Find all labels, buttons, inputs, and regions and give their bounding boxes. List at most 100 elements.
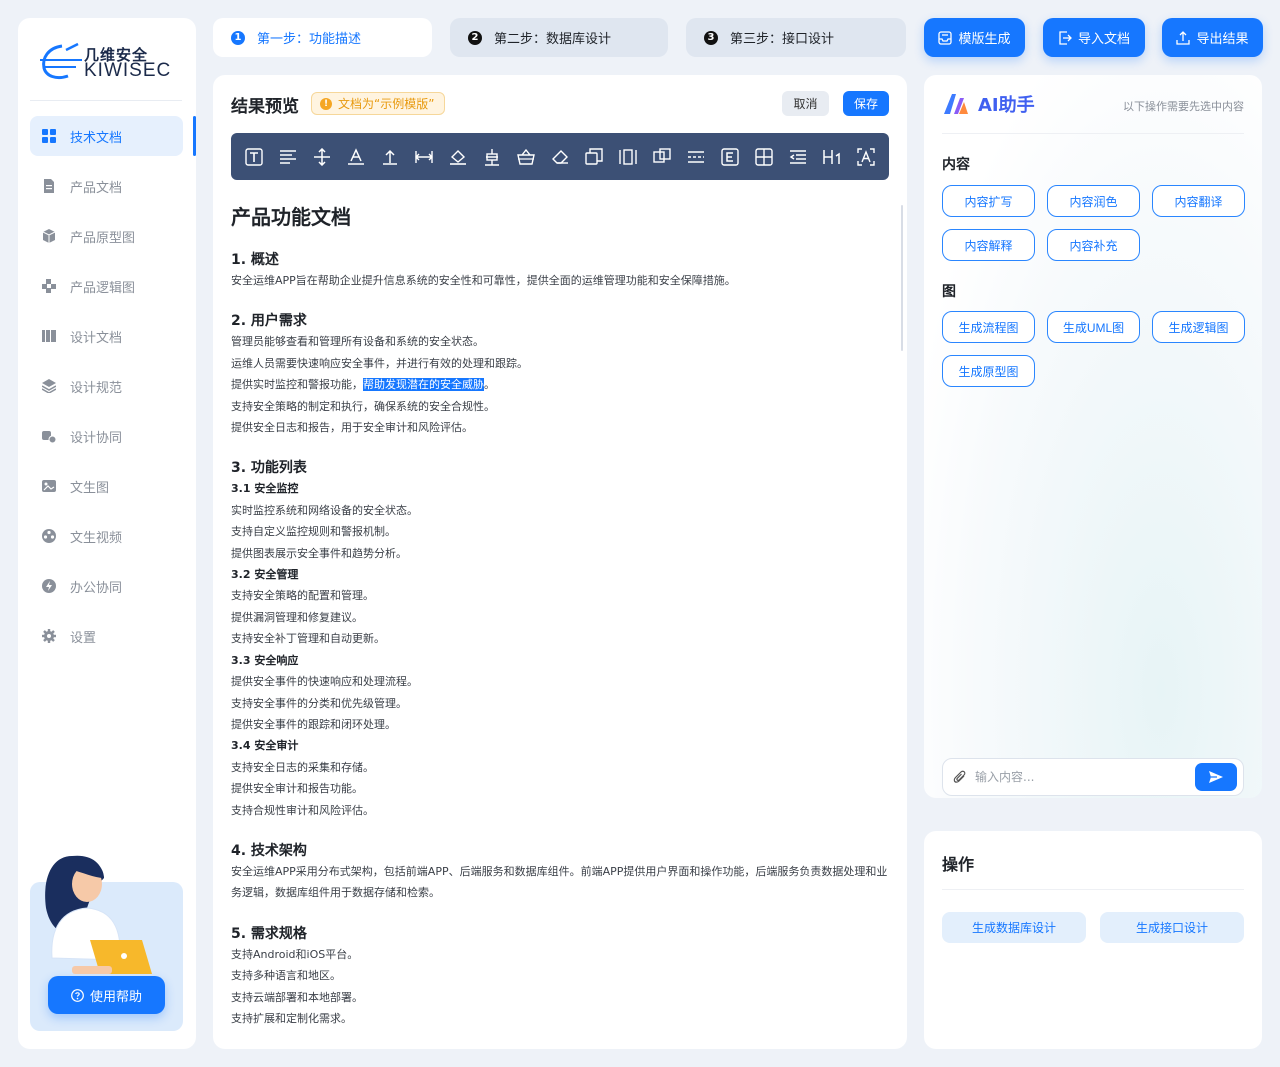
document-content[interactable]: 产品功能文档 1. 概述 安全运维APP旨在帮助企业提升信息系统的安全性和可靠性… — [231, 201, 891, 1049]
step-3-tab[interactable]: 3 第三步：接口设计 — [686, 18, 906, 57]
paperclip-icon[interactable] — [953, 770, 967, 784]
section-heading: 5. 需求规格 — [231, 925, 307, 942]
template-generate-button[interactable]: 模版生成 — [924, 18, 1025, 57]
import-icon — [1059, 30, 1072, 45]
question-icon — [71, 988, 84, 1002]
section-heading: 4. 技术架构 — [231, 842, 307, 859]
paragraph: 支持云端部署和本地部署。 — [231, 990, 363, 1004]
text-width-icon[interactable] — [414, 147, 434, 167]
operations-title: 操作 — [942, 855, 975, 874]
subsection-heading: 3.2 安全管理 — [231, 568, 299, 582]
paragraph: 安全运维APP旨在帮助企业提升信息系统的安全性和可靠性，提供全面的运维管理功能和… — [231, 274, 736, 287]
sidebar-item-tech-docs[interactable]: 技术文档 — [30, 116, 196, 156]
paragraph: 提供漏洞管理和修复建议。 — [231, 610, 363, 624]
sidebar-item-product-docs[interactable]: 产品文档 — [30, 166, 183, 206]
document-icon — [44, 179, 54, 193]
export-result-label: 导出结果 — [1196, 31, 1249, 46]
panel-title: 结果预览 — [231, 97, 299, 117]
paragraph: 安全运维APP采用分布式架构，包括前端APP、后端服务和数据库组件。前端APP提… — [231, 864, 888, 900]
content-polish-button[interactable]: 内容润色 — [1047, 185, 1140, 217]
paragraph: 支持多种语言和地区。 — [231, 969, 341, 983]
sidebar-item-label: 设计文档 — [70, 330, 123, 346]
section-overview: 1. 概述 安全运维APP旨在帮助企业提升信息系统的安全性和可靠性，提供全面的运… — [231, 250, 891, 291]
generate-uml-button[interactable]: 生成UML图 — [1047, 311, 1140, 343]
group-icon[interactable] — [652, 147, 672, 167]
ai-chat-input[interactable] — [975, 770, 1195, 784]
font-color-icon[interactable] — [346, 147, 366, 167]
diagram-group-label: 图 — [942, 284, 956, 300]
grid-icon — [42, 129, 56, 143]
paragraph: 提供安全日志和报告，用于安全审计和风险评估。 — [231, 421, 473, 435]
content-expand-button[interactable]: 内容扩写 — [942, 185, 1035, 217]
columns-icon[interactable] — [618, 147, 638, 167]
sidebar-item-text-to-image[interactable]: 文生图 — [30, 466, 183, 506]
paragraph: 运维人员需要快速响应安全事件，并进行有效的处理和跟踪。 — [231, 356, 528, 370]
result-preview-panel: 结果预览 ! 文档为“示例模版” 取消 保存 产品功能文档 1. 概述 安全运维… — [213, 75, 907, 1049]
export-result-button[interactable]: 导出结果 — [1162, 18, 1263, 57]
help-button[interactable]: 使用帮助 — [48, 976, 165, 1014]
generate-flowchart-button[interactable]: 生成流程图 — [942, 311, 1035, 343]
cancel-button[interactable]: 取消 — [782, 91, 829, 116]
generate-db-design-button[interactable]: 生成数据库设计 — [942, 912, 1086, 943]
step-2-tab[interactable]: 2 第二步：数据库设计 — [450, 18, 668, 57]
sidebar-item-office-collab[interactable]: 办公协同 — [30, 566, 183, 606]
generate-prototype-button[interactable]: 生成原型图 — [942, 355, 1035, 387]
kiwisec-logo-icon — [40, 42, 82, 80]
paragraph: 提供实时监控和警报功能，帮助发现潜在的安全威胁。 — [231, 374, 891, 395]
basket-icon[interactable] — [516, 147, 536, 167]
sidebar-item-settings[interactable]: 设置 — [30, 616, 183, 656]
lightning-icon — [42, 579, 56, 593]
import-document-button[interactable]: 导入文档 — [1043, 18, 1145, 57]
e-box-icon[interactable] — [720, 147, 740, 167]
fill-color-icon[interactable] — [448, 147, 468, 167]
generate-api-design-button[interactable]: 生成接口设计 — [1100, 912, 1244, 943]
eraser-icon[interactable] — [550, 147, 570, 167]
film-reel-icon — [42, 529, 56, 543]
paragraph: 支持自定义监控规则和警报机制。 — [231, 525, 396, 539]
sidebar-nav: 技术文档 产品文档 产品原型图 产品逻辑图 设计文档 设计规范 设计协同 文生图… — [30, 116, 196, 666]
sidebar-item-label: 设计协同 — [70, 430, 123, 446]
line-height-icon[interactable] — [312, 147, 332, 167]
sidebar-divider — [30, 100, 182, 101]
sidebar-item-design-docs[interactable]: 设计文档 — [30, 316, 183, 356]
generate-logic-diagram-button[interactable]: 生成逻辑图 — [1152, 311, 1245, 343]
paragraph: 支持安全日志的采集和存储。 — [231, 760, 374, 774]
sidebar-item-design-spec[interactable]: 设计规范 — [30, 366, 183, 406]
brand-logo[interactable]: 几维安全 KIWISEC — [38, 40, 178, 100]
save-button[interactable]: 保存 — [843, 91, 889, 116]
puzzle-icon — [42, 279, 56, 293]
content-supplement-button[interactable]: 内容补充 — [1047, 229, 1140, 261]
sidebar-item-label: 设置 — [70, 630, 97, 646]
text-top-icon[interactable] — [380, 147, 400, 167]
ai-hint: 以下操作需要先选中内容 — [1123, 100, 1244, 113]
template-tag: ! 文档为“示例模版” — [311, 92, 446, 115]
selected-text[interactable]: 帮助发现潜在的安全威胁 — [363, 378, 484, 392]
subsection-heading: 3.4 安全审计 — [231, 739, 299, 753]
sidebar-item-label: 技术文档 — [70, 130, 123, 146]
text-box-icon[interactable] — [244, 147, 264, 167]
divider-icon[interactable] — [686, 147, 706, 167]
baseline-icon[interactable] — [482, 147, 502, 167]
copy-icon[interactable] — [584, 147, 604, 167]
section-requirement-spec: 5. 需求规格 支持Android和iOS平台。 支持多种语言和地区。 支持云端… — [231, 924, 891, 1030]
inbox-icon — [938, 30, 953, 45]
content-translate-button[interactable]: 内容翻译 — [1152, 185, 1245, 217]
paragraph: 提供安全事件的快速响应和处理流程。 — [231, 675, 418, 689]
sidebar-item-logic-diagram[interactable]: 产品逻辑图 — [30, 266, 183, 306]
align-left-icon[interactable] — [278, 147, 298, 167]
sidebar-item-prototype[interactable]: 产品原型图 — [30, 216, 183, 256]
ocr-icon[interactable] — [856, 147, 876, 167]
table-icon[interactable] — [754, 147, 774, 167]
step-1-tab[interactable]: 1 第一步：功能描述 — [213, 18, 432, 57]
heading1-icon[interactable] — [822, 147, 842, 167]
sidebar-item-label: 产品逻辑图 — [70, 280, 136, 296]
ai-header: AI助手 — [942, 91, 1035, 117]
sidebar-item-text-to-video[interactable]: 文生视频 — [30, 516, 183, 556]
indent-icon[interactable] — [788, 147, 808, 167]
operations-divider — [942, 889, 1244, 890]
content-explain-button[interactable]: 内容解释 — [942, 229, 1035, 261]
sidebar-item-design-collab[interactable]: 设计协同 — [30, 416, 183, 456]
document-title: 产品功能文档 — [231, 205, 351, 229]
send-button[interactable] — [1195, 763, 1237, 791]
document-scrollbar[interactable] — [901, 205, 903, 351]
